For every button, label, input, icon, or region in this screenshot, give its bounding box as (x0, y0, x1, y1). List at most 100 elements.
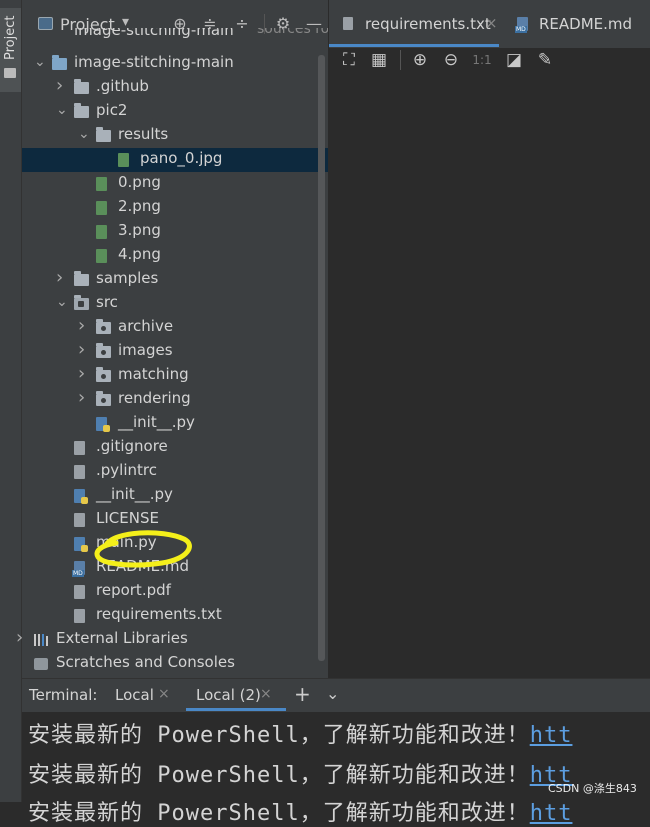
folder-icon (74, 271, 89, 286)
zoom-out-icon[interactable]: ⊖ (441, 50, 461, 70)
project-tool-window-label: Project (3, 15, 18, 60)
tree-scrollbar[interactable] (318, 55, 325, 661)
chevron-right-icon[interactable]: › (56, 75, 63, 96)
tree-item[interactable]: › rendering (22, 387, 328, 412)
tree-item-label: matching (118, 365, 189, 383)
tree-item[interactable]: › images (22, 339, 328, 364)
tree-item-label: images (118, 341, 173, 359)
terminal-link[interactable]: htt (530, 723, 573, 748)
terminal-line: 安装最新的 PowerShell，了解新功能和改进！htt (28, 801, 573, 826)
image-file-icon (96, 201, 107, 215)
terminal-tab-local[interactable]: Local (115, 686, 154, 704)
close-icon[interactable]: × (485, 14, 498, 32)
tree-item[interactable]: › archive (22, 315, 328, 340)
watermark: CSDN @涤生843 (548, 782, 637, 795)
color-picker-icon[interactable]: ✎ (535, 50, 555, 70)
tree-item[interactable]: __init__.py (22, 412, 328, 436)
chevron-down-icon[interactable]: ⌄ (56, 294, 68, 310)
background-icon[interactable]: ◪ (504, 50, 524, 70)
tree-item-label: 4.png (118, 245, 161, 263)
tree-item[interactable]: pano_0.jpg (22, 148, 328, 172)
grid-icon[interactable]: ▦ (369, 50, 389, 70)
tree-item[interactable]: ⌄ image-stitching-main (22, 52, 328, 76)
tree-item-label: .pylintrc (96, 461, 157, 479)
tab-label: requirements.txt (365, 15, 491, 33)
image-file-icon (96, 225, 107, 239)
tree-item[interactable]: .pylintrc (22, 460, 328, 484)
tree-item[interactable]: 3.png (22, 220, 328, 244)
zoom-in-icon[interactable]: ⊕ (410, 50, 430, 70)
chevron-right-icon[interactable]: › (56, 267, 63, 288)
tree-item[interactable]: __init__.py (22, 484, 328, 508)
tree-item-label: results (118, 125, 169, 143)
terminal-title: Terminal: (29, 686, 98, 704)
tree-item[interactable]: requirements.txt (22, 604, 328, 628)
tab-label: README.md (539, 15, 633, 33)
chevron-right-icon[interactable]: › (78, 315, 85, 336)
tree-item[interactable]: 4.png (22, 244, 328, 268)
terminal-line: 安装最新的 PowerShell，了解新功能和改进！htt (28, 763, 573, 788)
tree-item-label: 2.png (118, 197, 161, 215)
chevron-down-icon[interactable]: ⌄ (56, 102, 68, 118)
markdown-file-icon (515, 17, 528, 33)
markdown-file-icon (72, 561, 85, 577)
tree-item[interactable]: › .github (22, 75, 328, 100)
tree-item-label: samples (96, 269, 159, 287)
chevron-right-icon[interactable]: › (78, 339, 85, 360)
active-tab-indicator (186, 708, 286, 711)
tree-item-label: requirements.txt (96, 605, 222, 623)
chevron-right-icon[interactable]: › (78, 387, 85, 408)
fit-icon[interactable]: ⛶ (339, 50, 359, 70)
tree-item[interactable]: ⌄ pic2 (22, 100, 328, 124)
folder-icon (96, 127, 111, 142)
close-icon[interactable]: × (260, 686, 272, 702)
folder-icon (52, 55, 67, 70)
actual-size-icon[interactable]: 1:1 (472, 53, 492, 67)
libraries-icon (34, 634, 49, 646)
chevron-down-icon[interactable]: ⌄ (34, 54, 46, 70)
tree-item-label: 0.png (118, 173, 161, 191)
package-folder-icon (96, 367, 111, 382)
tree-item-label: __init__.py (118, 413, 195, 431)
package-folder-icon (96, 319, 111, 334)
tree-item-label: src (96, 293, 118, 311)
python-file-icon (74, 537, 88, 552)
tree-item[interactable]: .gitignore (22, 436, 328, 460)
tree-item[interactable]: 0.png (22, 172, 328, 196)
tree-root-row[interactable]: image-stitching-main sources root, (22, 28, 328, 46)
terminal-line: 安装最新的 PowerShell，了解新功能和改进！htt (28, 723, 573, 748)
terminal-link[interactable]: htt (530, 801, 573, 826)
tree-item[interactable]: 2.png (22, 196, 328, 220)
file-icon (74, 465, 85, 479)
image-file-icon (96, 177, 107, 191)
tree-item[interactable]: ⌄ results (22, 124, 328, 148)
editor-area[interactable] (329, 78, 650, 678)
tree-item[interactable]: › matching (22, 363, 328, 388)
chevron-right-icon[interactable]: › (16, 627, 23, 648)
file-icon (74, 513, 85, 527)
tree-item-label: pic2 (96, 101, 128, 119)
new-terminal-icon[interactable]: + (294, 682, 311, 706)
file-icon (74, 609, 85, 623)
chevron-down-icon[interactable]: ⌄ (326, 684, 339, 703)
source-folder-icon (74, 295, 89, 310)
chevron-down-icon[interactable]: ⌄ (78, 126, 90, 142)
file-icon (74, 441, 85, 455)
highlight-annotation (94, 530, 192, 568)
tree-item[interactable]: › External Libraries (16, 627, 328, 652)
tree-item[interactable]: › samples (22, 267, 328, 292)
pdf-file-icon (74, 585, 85, 599)
tree-item[interactable]: report.pdf (22, 580, 328, 604)
tree-item[interactable]: Scratches and Consoles (22, 652, 328, 676)
tree-item-label: archive (118, 317, 174, 335)
package-folder-icon (96, 391, 111, 406)
chevron-right-icon[interactable]: › (78, 363, 85, 384)
tree-root-hint: sources root, (257, 28, 328, 37)
tree-item-label: .github (96, 77, 149, 95)
terminal-tab-local-2[interactable]: Local (2) (196, 686, 261, 704)
tree-item-label: report.pdf (96, 581, 171, 599)
close-icon[interactable]: × (158, 686, 170, 702)
tree-item-label: image-stitching-main (74, 53, 234, 71)
python-file-icon (96, 417, 110, 432)
tree-item[interactable]: ⌄ src (22, 292, 328, 316)
